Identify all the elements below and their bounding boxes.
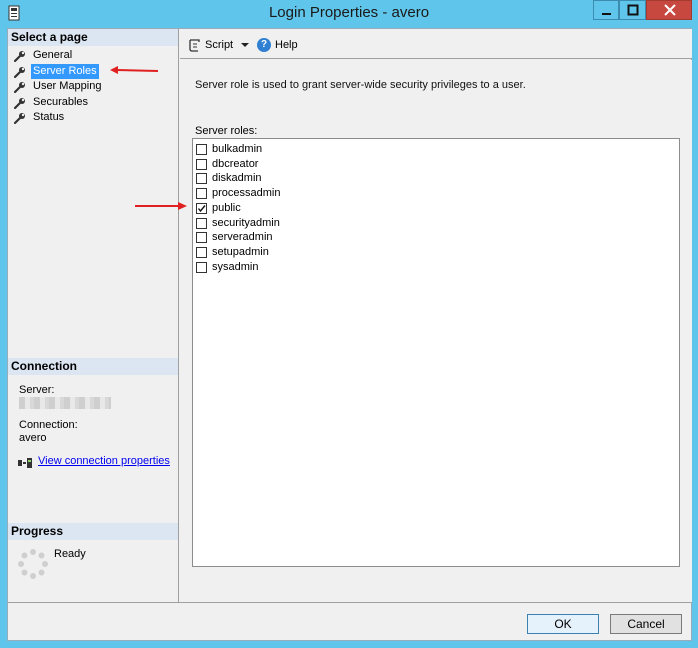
role-label: processadmin	[212, 187, 281, 200]
role-label: dbcreator	[212, 157, 259, 170]
role-checkbox[interactable]	[196, 158, 207, 170]
ok-button[interactable]: OK	[527, 614, 599, 634]
page-item-label: Securables	[33, 95, 89, 108]
server-label: Server:	[19, 384, 55, 396]
login-properties-window: Login Properties - avero Select a page G…	[0, 0, 698, 648]
maximize-button[interactable]	[619, 0, 646, 20]
dialog-client-area: Select a page General Server Roles User Ma…	[7, 28, 692, 641]
role-label: securityadmin	[212, 216, 280, 229]
annotation-arrow-right	[135, 202, 187, 210]
role-label: setupadmin	[212, 245, 269, 258]
wrench-icon	[14, 82, 25, 94]
script-icon	[189, 39, 200, 52]
connection-heading: Connection	[8, 358, 178, 375]
server-roles-page: Server role is used to grant server-wide…	[180, 60, 692, 602]
left-pane: Select a page General Server Roles User Ma…	[8, 29, 179, 602]
minimize-button[interactable]	[593, 0, 619, 20]
select-page-heading: Select a page	[8, 29, 178, 46]
server-roles-label: Server roles:	[195, 125, 258, 137]
connection-label: Connection:	[19, 419, 78, 431]
help-icon: ?	[257, 38, 271, 52]
progress-heading: Progress	[8, 523, 178, 540]
wrench-icon	[14, 113, 25, 125]
view-connection-properties-link[interactable]: View connection properties	[38, 455, 170, 467]
help-label: Help	[275, 39, 298, 51]
role-checkbox[interactable]	[196, 261, 207, 273]
role-checkbox[interactable]	[196, 232, 207, 244]
role-label: bulkadmin	[212, 143, 263, 155]
progress-status: Ready	[54, 548, 86, 560]
role-label: serveradmin	[212, 231, 273, 244]
server-roles-list[interactable]: bulkadmin dbcreator diskadmin processadmin p…	[192, 138, 680, 567]
script-label: Script	[205, 39, 234, 51]
role-checkbox[interactable]	[196, 246, 207, 258]
role-checkbox[interactable]	[196, 202, 207, 214]
wrench-icon	[14, 51, 25, 62]
page-item-label: User Mapping	[33, 80, 102, 93]
cancel-button[interactable]: Cancel	[610, 614, 682, 634]
wrench-icon	[14, 97, 25, 109]
page-item-label: Server Roles	[31, 63, 99, 79]
page-description: Server role is used to grant server-wide…	[195, 79, 526, 91]
script-dropdown-arrow-icon[interactable]	[241, 43, 249, 47]
role-checkbox[interactable]	[196, 217, 207, 229]
close-button[interactable]	[646, 0, 692, 20]
connection-properties-icon	[18, 458, 32, 468]
toolbar: Script ? Help	[180, 29, 692, 59]
page-item-label: General	[33, 49, 73, 61]
annotation-arrow-left	[110, 66, 159, 74]
role-label: public	[212, 201, 241, 214]
connection-value: avero	[19, 432, 47, 444]
role-checkbox[interactable]	[196, 188, 207, 200]
role-checkbox[interactable]	[196, 144, 207, 155]
dialog-footer: OK Cancel	[8, 602, 691, 640]
title-bar[interactable]: Login Properties - avero	[0, 0, 698, 27]
progress-spinner-icon	[18, 549, 48, 579]
minimize-icon	[602, 13, 611, 15]
page-item-label: Status	[33, 111, 65, 124]
wrench-icon	[14, 66, 25, 78]
role-label: diskadmin	[212, 172, 262, 185]
server-value-redacted	[19, 397, 111, 409]
checkmark-icon	[197, 204, 206, 212]
close-icon	[664, 4, 676, 16]
maximize-icon	[627, 4, 639, 16]
role-checkbox[interactable]	[196, 173, 207, 185]
role-label: sysadmin	[212, 260, 259, 273]
